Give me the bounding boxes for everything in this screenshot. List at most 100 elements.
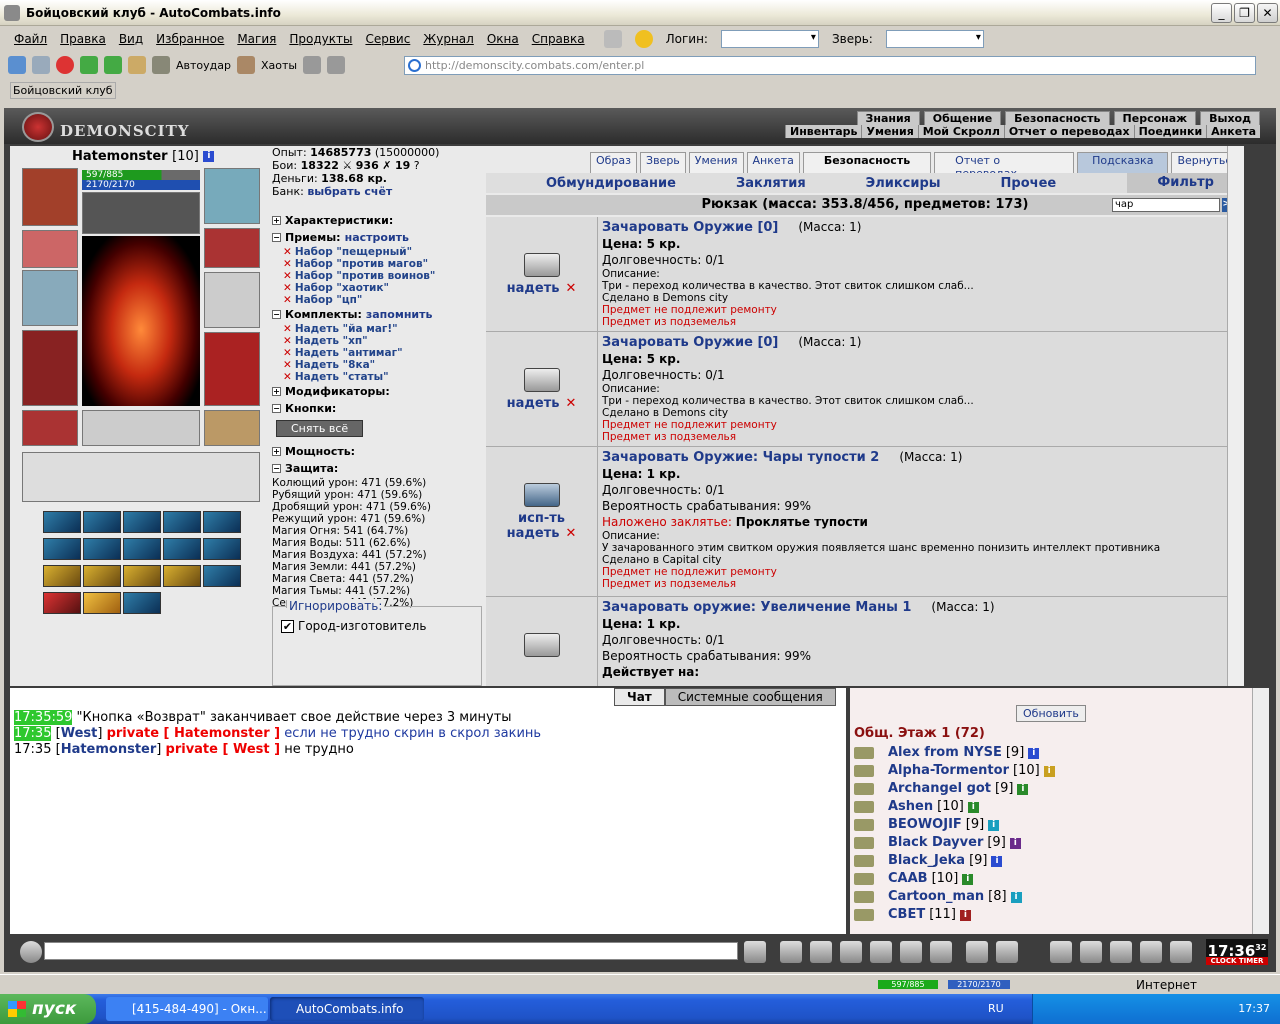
refresh-button[interactable]: Обновить bbox=[1016, 705, 1086, 722]
refresh-icon[interactable] bbox=[80, 56, 98, 74]
user-row[interactable]: Black Dayver [9] i bbox=[854, 834, 1055, 852]
top-menu-communication[interactable]: Общение bbox=[923, 111, 1002, 126]
effect-icon[interactable] bbox=[123, 592, 161, 614]
trick-set[interactable]: ✕ Набор "против воинов" bbox=[272, 270, 484, 282]
shield-slot[interactable] bbox=[204, 272, 260, 328]
effect-icon[interactable] bbox=[123, 538, 161, 560]
menu-file[interactable]: Файл bbox=[14, 32, 47, 46]
effect-icon[interactable] bbox=[83, 511, 121, 533]
effect-icon[interactable] bbox=[43, 511, 81, 533]
gloves-slot[interactable] bbox=[204, 228, 260, 268]
section-sets[interactable]: − Комплекты: запомнить bbox=[272, 306, 484, 323]
stop-icon[interactable] bbox=[56, 56, 74, 74]
tab-equipment[interactable]: Обмундирование bbox=[486, 176, 706, 191]
effect-icon[interactable] bbox=[43, 592, 81, 614]
trick-set[interactable]: ✕ Набор "хаотик" bbox=[272, 282, 484, 294]
bottle-icon[interactable] bbox=[1050, 941, 1072, 963]
login-field[interactable] bbox=[720, 30, 819, 48]
effect-icon[interactable] bbox=[83, 592, 121, 614]
effect-icon[interactable] bbox=[203, 511, 241, 533]
armor-slot[interactable] bbox=[22, 330, 78, 406]
effect-icon[interactable] bbox=[163, 538, 201, 560]
keyboard-icon[interactable] bbox=[996, 941, 1018, 963]
boots-slot[interactable] bbox=[204, 410, 260, 446]
menu-journal[interactable]: Журнал bbox=[423, 32, 474, 46]
amulet-slot[interactable] bbox=[204, 168, 260, 224]
equip-link[interactable]: надеть bbox=[507, 281, 560, 296]
effect-icon[interactable] bbox=[83, 565, 121, 587]
effect-icon[interactable] bbox=[123, 565, 161, 587]
user-row[interactable]: Ashen [10] i bbox=[854, 798, 1055, 816]
use-link[interactable]: исп-ть bbox=[486, 511, 597, 526]
scroll-icon[interactable] bbox=[1080, 941, 1102, 963]
effect-icon[interactable] bbox=[163, 565, 201, 587]
effect-icon[interactable] bbox=[123, 511, 161, 533]
smiley-icon[interactable] bbox=[634, 30, 653, 48]
section-tricks[interactable]: − Приемы: настроить bbox=[272, 229, 484, 246]
beast-field[interactable] bbox=[885, 30, 984, 48]
belt-slot[interactable] bbox=[22, 410, 78, 446]
tab-chat[interactable]: Чат bbox=[614, 688, 665, 706]
top-menu-character[interactable]: Персонаж bbox=[1113, 111, 1197, 126]
section-power[interactable]: + Мощность: bbox=[272, 443, 484, 460]
language-indicator[interactable]: RU bbox=[988, 1002, 1004, 1015]
info-icon[interactable]: i bbox=[203, 151, 215, 162]
start-button[interactable]: пуск bbox=[0, 994, 96, 1024]
user-row[interactable]: Cartoon_man [8] i bbox=[854, 888, 1055, 906]
clear-icon[interactable] bbox=[780, 941, 802, 963]
section-characteristics[interactable]: + Характеристики: bbox=[272, 212, 484, 229]
delete-icon[interactable]: ✕ bbox=[565, 281, 576, 296]
helmet-slot[interactable] bbox=[22, 168, 78, 226]
effect-icon[interactable] bbox=[43, 565, 81, 587]
ignore-city-checkbox[interactable]: ✔ Город-изготовитель bbox=[281, 619, 426, 633]
glove-icon[interactable] bbox=[1140, 941, 1162, 963]
menu-windows[interactable]: Окна bbox=[487, 32, 519, 46]
item-name[interactable]: Зачаровать оружие: Увеличение Маны 1 bbox=[602, 600, 911, 615]
online-scrollbar[interactable] bbox=[1252, 688, 1269, 934]
bank-link[interactable]: выбрать счёт bbox=[307, 185, 392, 198]
equip-set[interactable]: ✕ Надеть "хп" bbox=[272, 335, 484, 347]
sub-menu-profile[interactable]: Анкета bbox=[1206, 125, 1260, 138]
tricks-setup-link[interactable]: настроить bbox=[345, 231, 409, 244]
delete-icon[interactable]: ✕ bbox=[565, 396, 576, 411]
menu-view[interactable]: Вид bbox=[119, 32, 143, 46]
reload-icon[interactable] bbox=[104, 56, 122, 74]
belt-items[interactable] bbox=[22, 452, 260, 502]
effect-icon[interactable] bbox=[163, 511, 201, 533]
equip-set[interactable]: ✕ Надеть "йа маг!" bbox=[272, 323, 484, 335]
exit-icon[interactable] bbox=[1170, 941, 1192, 963]
item-name[interactable]: Зачаровать Оружие: Чары тупости 2 bbox=[602, 450, 879, 465]
forward-icon[interactable] bbox=[32, 56, 50, 74]
user-row[interactable]: BEOWOJIF [9] i bbox=[854, 816, 1055, 834]
effect-icon[interactable] bbox=[203, 538, 241, 560]
weapon-slot[interactable] bbox=[22, 270, 78, 326]
send-icon[interactable] bbox=[744, 941, 766, 963]
sub-menu-transfers[interactable]: Отчет о переводах bbox=[1003, 125, 1134, 138]
tab-system-messages[interactable]: Системные сообщения bbox=[664, 688, 836, 706]
sets-remember-link[interactable]: запомнить bbox=[366, 308, 433, 321]
home-icon[interactable] bbox=[603, 30, 622, 48]
helmet-icon[interactable] bbox=[1110, 941, 1132, 963]
pants-slot[interactable] bbox=[204, 332, 260, 406]
equip-set[interactable]: ✕ Надеть "антимаг" bbox=[272, 347, 484, 359]
top-menu-knowledge[interactable]: Знания bbox=[856, 111, 920, 126]
item-name[interactable]: Зачаровать Оружие [0] bbox=[602, 220, 778, 235]
inventory-scrollbar[interactable] bbox=[1227, 146, 1244, 686]
menu-magic[interactable]: Магия bbox=[237, 32, 276, 46]
filter-icon[interactable] bbox=[327, 56, 346, 74]
section-modifiers[interactable]: + Модификаторы: bbox=[272, 383, 484, 400]
user-row[interactable]: Black_Jeka [9] i bbox=[854, 852, 1055, 870]
chat-options-icon[interactable] bbox=[20, 941, 42, 963]
menu-edit[interactable]: Правка bbox=[60, 32, 106, 46]
effect-icon[interactable] bbox=[43, 538, 81, 560]
taskbar-item-active[interactable]: AutoCombats.info bbox=[270, 997, 424, 1021]
maximize-button[interactable]: ❐ bbox=[1234, 3, 1255, 23]
sub-menu-inventory[interactable]: Инвентарь bbox=[785, 125, 862, 138]
tab-elixirs[interactable]: Эликсиры bbox=[836, 176, 971, 191]
fight-icon[interactable] bbox=[870, 941, 892, 963]
top-menu-exit[interactable]: Выход bbox=[1200, 111, 1260, 126]
chaos-button[interactable]: Хаоты bbox=[261, 59, 297, 72]
tab-spells[interactable]: Заклятия bbox=[706, 176, 836, 191]
top-menu-security[interactable]: Безопасность bbox=[1005, 111, 1110, 126]
user-row[interactable]: CAAB [10] i bbox=[854, 870, 1055, 888]
